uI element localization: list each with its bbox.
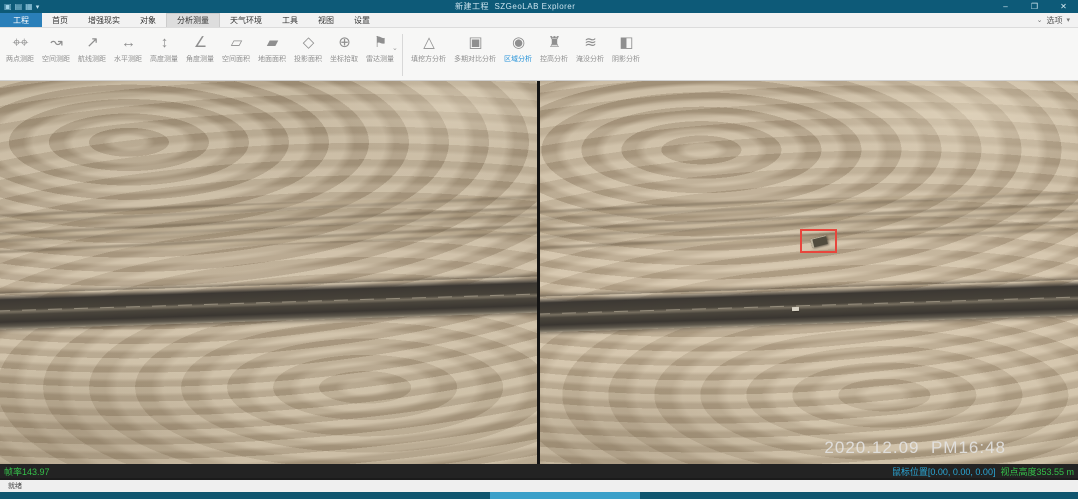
tool-label: 角度测量 [186, 55, 214, 64]
ribbon-collapse-icon[interactable]: ⌄ [392, 44, 398, 52]
tool-label: 投影面积 [294, 55, 322, 64]
options-label: 选项 [1046, 15, 1062, 26]
save-project-icon[interactable]: ▦ [25, 2, 33, 11]
map-viewer: 2020.12.09 PM16:48 [0, 81, 1078, 464]
multi-period-compare-icon: ▣ [468, 33, 481, 53]
ready-bar: 就绪 [0, 478, 1078, 492]
tool-label: 高度测量 [150, 55, 178, 64]
tool-label: 多期对比分析 [454, 55, 496, 64]
open-project-icon[interactable]: ▤ [15, 2, 23, 11]
road-centerline [540, 296, 1078, 316]
title-bar: ▣ ▤ ▦ ▾ 新建工程 SZGeoLAB Explorer – ❐ ✕ [0, 0, 1078, 13]
tool-label: 区域分析 [504, 55, 532, 64]
horizontal-distance-icon: ↔ [121, 33, 135, 53]
tool-label: 空间面积 [222, 55, 250, 64]
ready-status-text: 就绪 [0, 481, 22, 491]
minimize-button[interactable]: – [991, 0, 1020, 13]
tool-two-point-distance[interactable]: ⌖⌖ 两点测距 [2, 32, 38, 65]
toolbar-separator [402, 34, 403, 76]
flood-analysis-icon: ≋ [584, 33, 596, 53]
scrollbar-thumb[interactable] [490, 492, 640, 499]
tool-label: 空间测距 [42, 55, 70, 64]
tool-projected-area[interactable]: ◇ 投影面积 [290, 32, 326, 65]
tool-label: 水平测距 [114, 55, 142, 64]
cut-fill-analysis-icon: △ [423, 33, 434, 53]
tool-route-distance[interactable]: ↗ 航线测距 [74, 32, 110, 65]
tool-label: 淹没分析 [576, 55, 604, 64]
menu-item-augmented-reality[interactable]: 增强现实 [78, 13, 130, 27]
tool-label: 航线测距 [78, 55, 106, 64]
tool-label: 阴影分析 [612, 55, 640, 64]
height-measure-icon: ↕ [161, 33, 168, 53]
coordinate-pick-icon: ⊕ [338, 33, 350, 53]
view-height-readout: 视点高度353.55 m [1000, 467, 1074, 477]
quick-access-toolbar: ▣ ▤ ▦ ▾ [0, 2, 39, 11]
menu-item-settings[interactable]: 设置 [344, 13, 380, 27]
tool-flood-analysis[interactable]: ≋ 淹没分析 [572, 32, 608, 65]
window-controls: – ❐ ✕ [991, 0, 1078, 13]
close-button[interactable]: ✕ [1049, 0, 1078, 13]
menu-item-analysis-measure[interactable]: 分析测量 [166, 13, 220, 27]
tool-label: 坐标拾取 [330, 55, 358, 64]
angle-measure-icon: ∠ [194, 33, 206, 53]
road-centerline [0, 293, 537, 313]
height-control-analysis-icon: ♜ [548, 33, 560, 53]
region-analysis-icon: ◉ [512, 33, 524, 53]
tool-region-analysis[interactable]: ◉ 区域分析 [500, 32, 536, 65]
position-readouts: 鼠标位置[0.00, 0.00, 0.00] 视点高度353.55 m [892, 465, 1078, 478]
tool-shadow-analysis[interactable]: ◧ 阴影分析 [608, 32, 644, 65]
bottom-scrollbar[interactable] [0, 492, 1078, 499]
mouse-position-readout: 鼠标位置[0.00, 0.00, 0.00] [892, 467, 996, 477]
menu-bar: 工程 首页 增强现实 对象 分析测量 天气环境 工具 视图 设置 ⌄ 选项 ▾ [0, 13, 1078, 28]
left-imagery-pane[interactable] [0, 81, 537, 464]
tool-ground-area[interactable]: ▰ 地面面积 [254, 32, 290, 65]
tool-spatial-area[interactable]: ▱ 空间面积 [218, 32, 254, 65]
tool-spatial-distance[interactable]: ↝ 空间测距 [38, 32, 74, 65]
app-window: ▣ ▤ ▦ ▾ 新建工程 SZGeoLAB Explorer – ❐ ✕ 工程 … [0, 0, 1078, 499]
maximize-button[interactable]: ❐ [1020, 0, 1049, 13]
tool-label: 控高分析 [540, 55, 568, 64]
menu-item-objects[interactable]: 对象 [130, 13, 166, 27]
right-terrain-image [540, 81, 1078, 464]
tool-label: 地面面积 [258, 55, 286, 64]
status-bar: 帧率143.97 鼠标位置[0.00, 0.00, 0.00] 视点高度353.… [0, 464, 1078, 478]
tool-label: 两点测距 [6, 55, 34, 64]
right-imagery-pane[interactable] [540, 81, 1078, 464]
timestamp-overlay: 2020.12.09 PM16:48 [824, 438, 1006, 458]
tool-label: 填挖方分析 [411, 55, 446, 64]
tool-height-measure[interactable]: ↕ 高度测量 [146, 32, 182, 65]
tool-cut-fill-analysis[interactable]: △ 填挖方分析 [407, 32, 450, 65]
menu-item-weather-environment[interactable]: 天气环境 [220, 13, 272, 27]
window-title: 新建工程 SZGeoLAB Explorer [455, 1, 575, 12]
tool-coordinate-pick[interactable]: ⊕ 坐标拾取 [326, 32, 362, 65]
tool-label: 雷达测量 [366, 55, 394, 64]
tool-multi-period-compare[interactable]: ▣ 多期对比分析 [450, 32, 500, 65]
chevron-down-icon: ⌄ [1037, 16, 1043, 24]
ribbon-toolbar: ⌖⌖ 两点测距 ↝ 空间测距 ↗ 航线测距 ↔ 水平测距 ↕ 高度测量 ∠ 角度… [0, 28, 1078, 81]
quick-access-caret-icon[interactable]: ▾ [36, 3, 40, 11]
options-caret-icon: ▾ [1066, 16, 1070, 24]
radar-measure-icon: ⚑ [374, 33, 386, 53]
frame-rate-readout: 帧率143.97 [0, 465, 50, 478]
menu-item-project[interactable]: 工程 [0, 13, 42, 27]
tool-height-control-analysis[interactable]: ♜ 控高分析 [536, 32, 572, 65]
tool-horizontal-distance[interactable]: ↔ 水平测距 [110, 32, 146, 65]
tool-angle-measure[interactable]: ∠ 角度测量 [182, 32, 218, 65]
spatial-distance-icon: ↝ [50, 33, 62, 53]
menu-options-dropdown[interactable]: ⌄ 选项 ▾ [1037, 13, 1078, 27]
menu-item-home[interactable]: 首页 [42, 13, 78, 27]
menu-item-view[interactable]: 视图 [308, 13, 344, 27]
target-annotation-box[interactable] [800, 229, 837, 253]
detected-vehicle [810, 235, 828, 248]
route-distance-icon: ↗ [86, 33, 98, 53]
ground-area-icon: ▰ [267, 33, 278, 53]
projected-area-icon: ◇ [303, 33, 314, 53]
left-terrain-image [0, 81, 537, 464]
small-vehicle [792, 307, 799, 311]
two-point-distance-icon: ⌖⌖ [13, 33, 28, 53]
shadow-analysis-icon: ◧ [619, 33, 632, 53]
app-icon: ▣ [4, 2, 12, 11]
spatial-area-icon: ▱ [231, 33, 242, 53]
menu-item-tools[interactable]: 工具 [272, 13, 308, 27]
